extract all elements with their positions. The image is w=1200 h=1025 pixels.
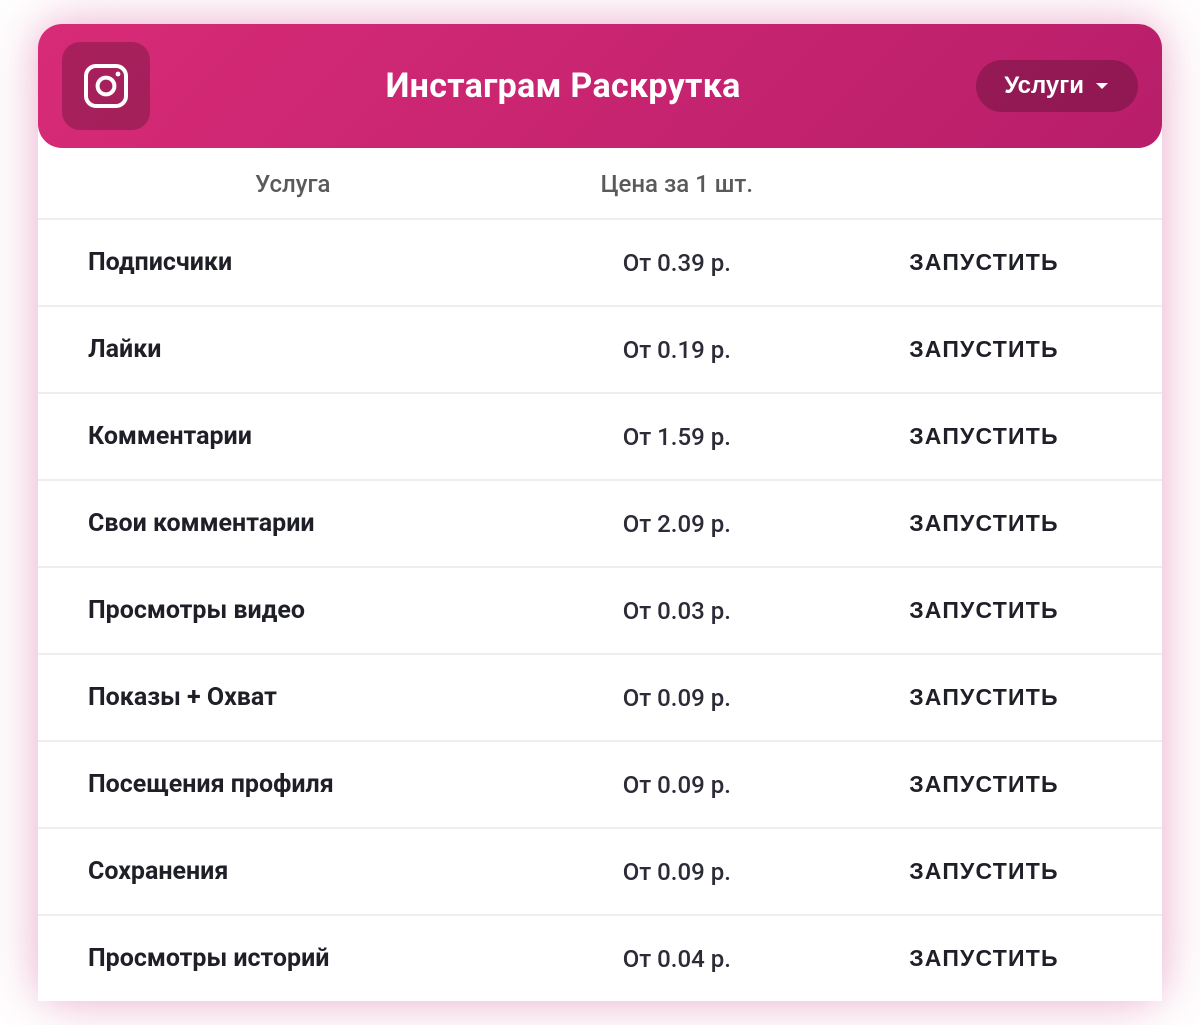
service-name: Просмотры видео [88, 596, 498, 625]
service-name: Посещения профиля [88, 770, 498, 799]
column-header-action [856, 170, 1112, 198]
service-price: От 1.59 р. [498, 423, 856, 451]
launch-button[interactable]: ЗАПУСТИТЬ [909, 945, 1059, 972]
table-row: Просмотры историйОт 0.04 р. ЗАПУСТИТЬ [38, 914, 1162, 1001]
table-row: Посещения профиляОт 0.09 р. ЗАПУСТИТЬ [38, 740, 1162, 827]
service-name: Комментарии [88, 422, 498, 451]
column-header-service: Услуга [88, 170, 498, 198]
services-dropdown[interactable]: Услуги [976, 60, 1138, 112]
service-price: От 2.09 р. [498, 510, 856, 538]
launch-button[interactable]: ЗАПУСТИТЬ [909, 510, 1059, 537]
table-row: Показы + ОхватОт 0.09 р. ЗАПУСТИТЬ [38, 653, 1162, 740]
action-cell: ЗАПУСТИТЬ [856, 510, 1112, 537]
table-row: КомментарииОт 1.59 р. ЗАПУСТИТЬ [38, 392, 1162, 479]
action-cell: ЗАПУСТИТЬ [856, 684, 1112, 711]
instagram-icon [62, 42, 150, 130]
service-price: От 0.19 р. [498, 336, 856, 364]
table-row: Просмотры видеоОт 0.03 р. ЗАПУСТИТЬ [38, 566, 1162, 653]
launch-button[interactable]: ЗАПУСТИТЬ [909, 858, 1059, 885]
rows-container: ПодписчикиОт 0.39 р.ЗАПУСТИТЬЛайкиОт 0.1… [38, 218, 1162, 1001]
service-name: Лайки [88, 335, 498, 364]
service-price: От 0.09 р. [498, 684, 856, 712]
service-name: Сохранения [88, 857, 498, 886]
launch-button[interactable]: ЗАПУСТИТЬ [909, 336, 1059, 363]
action-cell: ЗАПУСТИТЬ [856, 336, 1112, 363]
launch-button[interactable]: ЗАПУСТИТЬ [909, 423, 1059, 450]
table-row: СохраненияОт 0.09 р. ЗАПУСТИТЬ [38, 827, 1162, 914]
action-cell: ЗАПУСТИТЬ [856, 858, 1112, 885]
launch-button[interactable]: ЗАПУСТИТЬ [909, 771, 1059, 798]
action-cell: ЗАПУСТИТЬ [856, 945, 1112, 972]
launch-button[interactable]: ЗАПУСТИТЬ [909, 684, 1059, 711]
service-card: Инстаграм Раскрутка Услуги Услуга Цена з… [38, 24, 1162, 1001]
service-price: От 0.39 р. [498, 249, 856, 277]
card-title: Инстаграм Раскрутка [150, 66, 976, 106]
service-name: Показы + Охват [88, 683, 498, 712]
action-cell: ЗАПУСТИТЬ [856, 249, 1112, 276]
service-name: Просмотры историй [88, 944, 498, 973]
table-row: Свои комментарииОт 2.09 р. ЗАПУСТИТЬ [38, 479, 1162, 566]
card-header: Инстаграм Раскрутка Услуги [38, 24, 1162, 148]
launch-button[interactable]: ЗАПУСТИТЬ [909, 249, 1059, 276]
dropdown-label: Услуги [1004, 72, 1084, 100]
action-cell: ЗАПУСТИТЬ [856, 771, 1112, 798]
service-price: От 0.03 р. [498, 597, 856, 625]
table-row: ЛайкиОт 0.19 р. ЗАПУСТИТЬ [38, 305, 1162, 392]
table-header: Услуга Цена за 1 шт. [38, 148, 1162, 218]
column-header-price: Цена за 1 шт. [498, 170, 856, 198]
service-name: Свои комментарии [88, 509, 498, 538]
service-price: От 0.04 р. [498, 945, 856, 973]
table-row: ПодписчикиОт 0.39 р. ЗАПУСТИТЬ [38, 218, 1162, 305]
action-cell: ЗАПУСТИТЬ [856, 423, 1112, 450]
service-price: От 0.09 р. [498, 771, 856, 799]
service-name: Подписчики [88, 248, 498, 277]
service-price: От 0.09 р. [498, 858, 856, 886]
caret-down-icon [1094, 80, 1110, 92]
launch-button[interactable]: ЗАПУСТИТЬ [909, 597, 1059, 624]
action-cell: ЗАПУСТИТЬ [856, 597, 1112, 624]
